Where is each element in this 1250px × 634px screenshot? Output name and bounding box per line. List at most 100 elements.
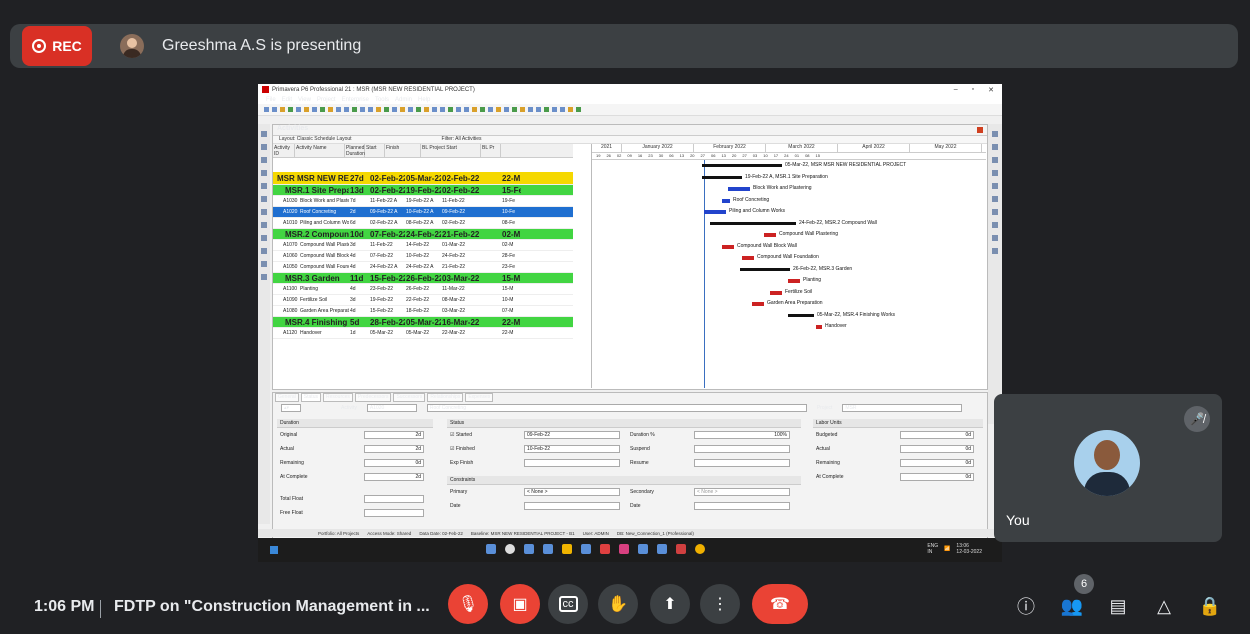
start-icon[interactable]: [486, 544, 496, 554]
toolbar-icon[interactable]: [448, 107, 453, 112]
dropbox-icon[interactable]: [638, 544, 648, 554]
host-controls-icon[interactable]: 🔒: [1198, 594, 1222, 618]
dock-icon[interactable]: [261, 183, 267, 189]
app-icon[interactable]: [619, 544, 629, 554]
toolbar-icon[interactable]: [488, 107, 493, 112]
toolbar-icon[interactable]: [528, 107, 533, 112]
resume-field[interactable]: [694, 459, 790, 467]
col-header[interactable]: BL Project Start: [421, 144, 481, 157]
activity-row[interactable]: A1090 Fertilize Soil 3d 19-Feb-22 22-Feb-22 0…: [273, 295, 573, 306]
dock-icon[interactable]: [261, 131, 267, 137]
started-date-field[interactable]: 09-Feb-22: [524, 431, 620, 439]
finished-date-field[interactable]: 10-Feb-22: [524, 445, 620, 453]
free-float-field[interactable]: [364, 509, 424, 517]
toolbar-icon[interactable]: [344, 107, 349, 112]
menu-edit[interactable]: Edit: [282, 97, 292, 103]
toolbar-icon[interactable]: [520, 107, 525, 112]
toolbar-icon[interactable]: [392, 107, 397, 112]
tab-expenses[interactable]: Expenses: [465, 393, 494, 402]
dock-icon[interactable]: [261, 157, 267, 163]
tab-predecessors[interactable]: Predecessors: [354, 393, 392, 402]
more-options-button[interactable]: ⋮: [700, 584, 740, 624]
dock-icon[interactable]: [261, 144, 267, 150]
toolbar-icon[interactable]: [440, 107, 445, 112]
toolbar-icon[interactable]: [400, 107, 405, 112]
menu-project[interactable]: Project: [317, 97, 336, 103]
gantt-bar[interactable]: [728, 187, 750, 191]
toolbar-icon[interactable]: [456, 107, 461, 112]
col-header[interactable]: Activity Name: [295, 144, 345, 157]
wbs-row[interactable]: MSR.3 Garden 11d 15-Feb-22 26-Feb-22 03-Mar-…: [273, 273, 573, 284]
toolbar-icon[interactable]: [408, 107, 413, 112]
col-header[interactable]: Planned Duration: [345, 144, 365, 157]
toolbar-icon[interactable]: [280, 107, 285, 112]
toolbar-icon[interactable]: [360, 107, 365, 112]
toolbar-icon[interactable]: [376, 107, 381, 112]
toolbar-icon[interactable]: [368, 107, 373, 112]
activity-row[interactable]: A1120 Handover 1d 05-Mar-22 05-Mar-22 22-Mar-…: [273, 328, 573, 339]
maximize-button[interactable]: ▫: [972, 86, 974, 94]
gantt-bar[interactable]: [788, 279, 800, 283]
tab-status[interactable]: Status: [300, 393, 321, 402]
toolbar-icon[interactable]: [296, 107, 301, 112]
dock-icon[interactable]: [992, 157, 998, 163]
menu-help[interactable]: Help: [418, 97, 430, 103]
actual-field[interactable]: 2d: [364, 445, 424, 453]
toolbar-icon[interactable]: [464, 107, 469, 112]
toolbar-icon[interactable]: [424, 107, 429, 112]
toolbar-icon[interactable]: [272, 107, 277, 112]
chrome-icon[interactable]: [695, 544, 705, 554]
toolbar-icon[interactable]: [496, 107, 501, 112]
captions-button[interactable]: cc: [548, 584, 588, 624]
layout-label[interactable]: Layout: Classic Schedule Layout: [279, 136, 352, 143]
toolbar-icon[interactable]: [544, 107, 549, 112]
wbs-row[interactable]: MSR.4 Finishing Works5d 28-Feb-2205-Mar-2…: [273, 317, 573, 328]
gantt-bar[interactable]: [704, 210, 726, 214]
activity-row[interactable]: A1020 Roof Concreting 2d 09-Feb-22 A 10-Feb-…: [273, 207, 573, 218]
menu-tools[interactable]: Tools: [375, 97, 389, 103]
dock-icon[interactable]: [992, 235, 998, 241]
project-row[interactable]: MSR MSR NEW RESIDEN27d 02-Feb-22 A05-Mar-…: [273, 172, 573, 185]
started-checkbox[interactable]: ☑ Started: [450, 432, 490, 438]
finished-checkbox[interactable]: ☑ Finished: [450, 446, 490, 452]
duration-pct-field[interactable]: 100%: [694, 431, 790, 439]
suspend-field[interactable]: [694, 445, 790, 453]
gantt-bar[interactable]: [816, 325, 822, 329]
dock-icon[interactable]: [261, 248, 267, 254]
activity-row[interactable]: A1080Garden Area Preparation4d 15-Feb-22 1…: [273, 306, 573, 317]
menu-view[interactable]: View: [298, 97, 311, 103]
activities-icon[interactable]: △: [1152, 594, 1176, 618]
toolbar-icon[interactable]: [504, 107, 509, 112]
toolbar-icon[interactable]: [568, 107, 573, 112]
gantt-bar[interactable]: [752, 302, 764, 306]
close-button[interactable]: ✕: [988, 86, 994, 94]
gantt-bar[interactable]: [710, 221, 796, 225]
toolbar-icon[interactable]: [264, 107, 269, 112]
toolbar-icon[interactable]: [552, 107, 557, 112]
mail-icon[interactable]: [600, 544, 610, 554]
menu-enterprise[interactable]: Enterprise: [342, 97, 369, 103]
chat-icon[interactable]: [543, 544, 553, 554]
gantt-bar[interactable]: [788, 313, 814, 317]
toolbar-icon[interactable]: [312, 107, 317, 112]
toolbar-icon[interactable]: [480, 107, 485, 112]
dock-icon[interactable]: [261, 196, 267, 202]
toolbar-icon[interactable]: [384, 107, 389, 112]
col-header[interactable]: Start: [365, 144, 385, 157]
windows-start-icon[interactable]: [270, 546, 278, 554]
primary-date-field[interactable]: [524, 502, 620, 510]
toolbar-icon[interactable]: [288, 107, 293, 112]
toolbar-icon[interactable]: [560, 107, 565, 112]
gantt-bar[interactable]: [702, 164, 782, 167]
toolbar-icon[interactable]: [432, 107, 437, 112]
toolbar-icon[interactable]: [472, 107, 477, 112]
dock-icon[interactable]: [992, 209, 998, 215]
dock-icon[interactable]: [261, 261, 267, 267]
tab-successors[interactable]: Successors: [393, 393, 426, 402]
gantt-bar[interactable]: [722, 198, 730, 203]
wbs-row[interactable]: MSR.2 Compound Wall10d 07-Feb-22 A24-Feb-…: [273, 229, 573, 240]
original-field[interactable]: 2d: [364, 431, 424, 439]
dock-icon[interactable]: [261, 170, 267, 176]
labor-actual-field[interactable]: 0d: [900, 445, 974, 453]
dock-icon[interactable]: [992, 222, 998, 228]
